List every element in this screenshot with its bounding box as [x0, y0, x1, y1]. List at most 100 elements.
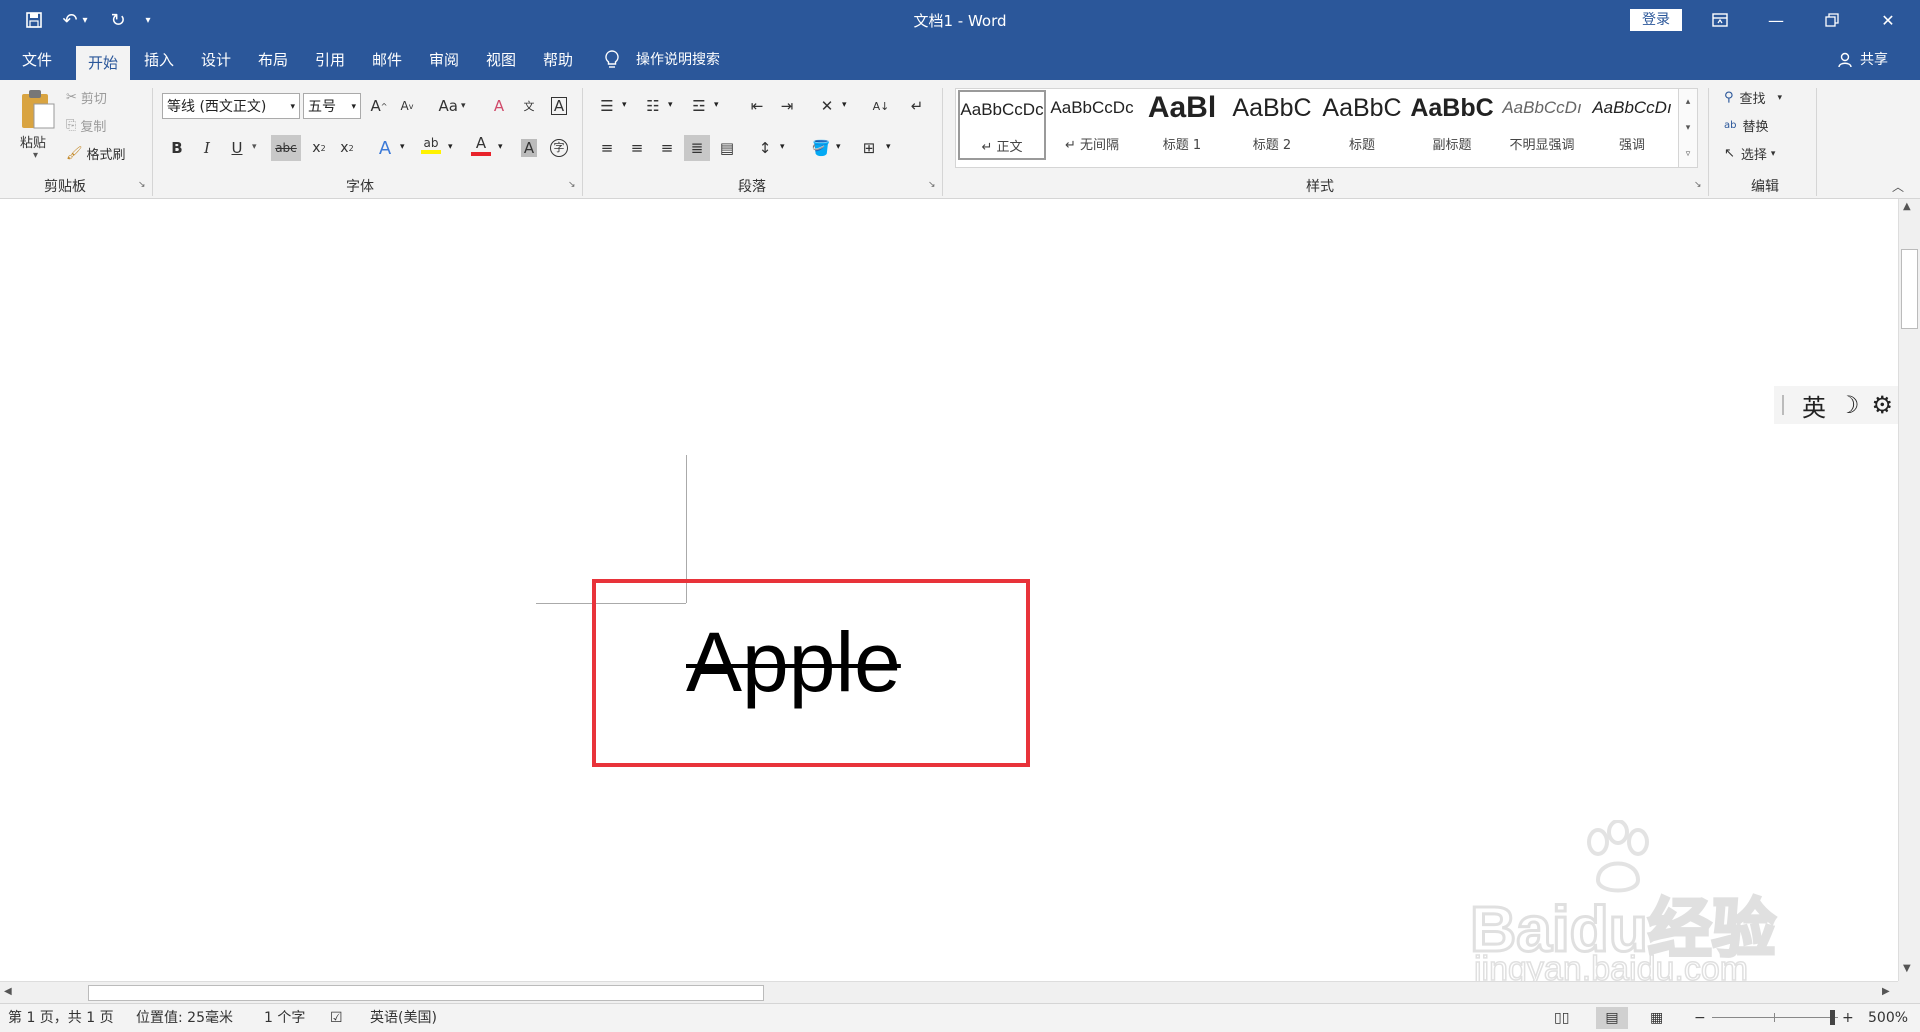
- font-color-dropdown-icon[interactable]: ▾: [498, 142, 503, 152]
- underline-dropdown-icon[interactable]: ▾: [252, 142, 257, 152]
- character-border-icon[interactable]: A: [546, 93, 572, 119]
- style-heading-1[interactable]: AaBl 标题 1: [1138, 90, 1226, 160]
- text-effects-icon[interactable]: A: [372, 135, 398, 161]
- font-size-combo[interactable]: 五号 ▾: [303, 93, 361, 119]
- chevron-up-icon[interactable]: ▴: [1686, 97, 1691, 107]
- subscript-icon[interactable]: x2: [306, 135, 332, 161]
- tab-file[interactable]: 文件: [22, 40, 52, 80]
- replace-button[interactable]: ab 替换: [1724, 116, 1769, 135]
- align-left-icon[interactable]: ≡: [594, 135, 620, 161]
- print-layout-icon[interactable]: ▤: [1596, 1007, 1628, 1029]
- style-subtle-emphasis[interactable]: AaBbCcDı 不明显强调: [1498, 90, 1586, 160]
- ribbon-display-options-icon[interactable]: [1692, 0, 1748, 40]
- style-title[interactable]: AaBbC 标题: [1318, 90, 1406, 160]
- bullets-dropdown-icon[interactable]: ▾: [622, 100, 627, 110]
- character-shading-icon[interactable]: A: [516, 135, 542, 161]
- font-launcher-icon[interactable]: ↘: [568, 180, 576, 190]
- horizontal-scrollbar[interactable]: ◀ ▶: [0, 981, 1898, 1004]
- paste-clipboard-icon[interactable]: [18, 88, 58, 132]
- scroll-left-icon[interactable]: ◀: [4, 986, 12, 997]
- justify-icon[interactable]: ≣: [684, 135, 710, 161]
- borders-dropdown-icon[interactable]: ▾: [886, 142, 891, 152]
- align-center-icon[interactable]: ≡: [624, 135, 650, 161]
- paste-button[interactable]: 粘贴: [20, 132, 46, 151]
- style-normal[interactable]: AaBbCcDc ↵ 正文: [958, 90, 1046, 160]
- font-name-combo[interactable]: 等线 (西文正文) ▾: [162, 93, 300, 119]
- shrink-font-icon[interactable]: Av: [394, 93, 420, 119]
- ime-language-toggle[interactable]: 英: [1802, 388, 1826, 423]
- clipboard-launcher-icon[interactable]: ↘: [138, 180, 146, 190]
- web-layout-icon[interactable]: ▦: [1650, 1004, 1663, 1032]
- read-mode-icon[interactable]: ▯▯: [1554, 1004, 1569, 1032]
- tab-design[interactable]: 设计: [201, 40, 231, 80]
- tab-view[interactable]: 视图: [486, 40, 516, 80]
- asian-layout-dropdown-icon[interactable]: ▾: [842, 100, 847, 110]
- find-button[interactable]: ⚲ 查找 ▾: [1724, 88, 1782, 107]
- clear-formatting-icon[interactable]: A: [486, 93, 512, 119]
- tab-home[interactable]: 开始: [76, 46, 131, 80]
- italic-icon[interactable]: I: [194, 135, 220, 161]
- zoom-slider-thumb[interactable]: [1830, 1010, 1835, 1025]
- proofing-icon[interactable]: ☑: [330, 1004, 343, 1032]
- asian-layout-icon[interactable]: ✕: [814, 93, 840, 119]
- line-spacing-dropdown-icon[interactable]: ▾: [780, 142, 785, 152]
- show-marks-icon[interactable]: ↵: [904, 93, 930, 119]
- multilevel-dropdown-icon[interactable]: ▾: [714, 100, 719, 110]
- close-icon[interactable]: ✕: [1860, 0, 1916, 40]
- scroll-right-icon[interactable]: ▶: [1882, 986, 1890, 997]
- font-color-icon[interactable]: A: [468, 132, 494, 158]
- restore-icon[interactable]: [1804, 0, 1860, 40]
- style-no-spacing[interactable]: AaBbCcDc ↵ 无间隔: [1048, 90, 1136, 160]
- shading-dropdown-icon[interactable]: ▾: [836, 142, 841, 152]
- horizontal-scroll-thumb[interactable]: [88, 985, 764, 1001]
- cut-button[interactable]: ✂ 剪切: [66, 88, 107, 107]
- styles-launcher-icon[interactable]: ↘: [1694, 180, 1702, 190]
- ime-drag-handle[interactable]: [1782, 395, 1786, 415]
- multilevel-list-icon[interactable]: ☲: [686, 93, 712, 119]
- bold-icon[interactable]: B: [164, 135, 190, 161]
- share-button[interactable]: 共享: [1860, 40, 1888, 80]
- paragraph-launcher-icon[interactable]: ↘: [928, 180, 936, 190]
- line-spacing-icon[interactable]: ↕: [752, 135, 778, 161]
- distributed-icon[interactable]: ▤: [714, 135, 740, 161]
- underline-icon[interactable]: U: [224, 135, 250, 161]
- paste-dropdown-icon[interactable]: ▾: [33, 150, 38, 161]
- page-count[interactable]: 第 1 页，共 1 页: [8, 1004, 114, 1032]
- word-count[interactable]: 1 个字: [264, 1004, 305, 1032]
- zoom-out-icon[interactable]: −: [1694, 1004, 1706, 1032]
- tab-review[interactable]: 审阅: [429, 40, 459, 80]
- language-status[interactable]: 英语(美国): [370, 1004, 437, 1032]
- vertical-scrollbar[interactable]: ▲ ▼: [1898, 199, 1920, 981]
- style-subtitle[interactable]: AaBbC 副标题: [1408, 90, 1496, 160]
- moon-icon[interactable]: ☽: [1838, 391, 1860, 419]
- grow-font-icon[interactable]: A ^: [366, 93, 392, 119]
- tab-help[interactable]: 帮助: [543, 40, 573, 80]
- style-heading-2[interactable]: AaBbC 标题 2: [1228, 90, 1316, 160]
- change-case-icon[interactable]: Aa ▾: [432, 93, 472, 119]
- align-right-icon[interactable]: ≡: [654, 135, 680, 161]
- style-emphasis[interactable]: AaBbCcDı 强调: [1588, 90, 1676, 160]
- tab-mailings[interactable]: 邮件: [372, 40, 402, 80]
- borders-icon[interactable]: ⊞: [856, 135, 882, 161]
- more-styles-icon[interactable]: ▿: [1686, 149, 1691, 159]
- collapse-ribbon-icon[interactable]: ︿: [1892, 178, 1904, 195]
- minimize-icon[interactable]: —: [1748, 0, 1804, 40]
- strikethrough-icon[interactable]: abc: [271, 135, 301, 161]
- customize-toolbar-icon[interactable]: ▾: [140, 8, 156, 32]
- zoom-level[interactable]: 500%: [1868, 1004, 1908, 1032]
- decrease-indent-icon[interactable]: ⇤: [744, 93, 770, 119]
- numbering-icon[interactable]: ☷: [640, 93, 666, 119]
- copy-button[interactable]: ⎘ 复制: [66, 116, 106, 135]
- vertical-scroll-thumb[interactable]: [1901, 249, 1918, 329]
- numbering-dropdown-icon[interactable]: ▾: [668, 100, 673, 110]
- login-button[interactable]: 登录: [1630, 9, 1682, 31]
- vertical-position[interactable]: 位置值: 25毫米: [136, 1004, 233, 1032]
- highlight-dropdown-icon[interactable]: ▾: [448, 142, 453, 152]
- highlight-color-icon[interactable]: ab: [418, 132, 444, 158]
- increase-indent-icon[interactable]: ⇥: [774, 93, 800, 119]
- share-person-icon[interactable]: [1838, 52, 1854, 68]
- scroll-up-icon[interactable]: ▲: [1903, 201, 1911, 212]
- text-effects-dropdown-icon[interactable]: ▾: [400, 142, 405, 152]
- tab-insert[interactable]: 插入: [144, 40, 174, 80]
- gear-icon[interactable]: ⚙: [1872, 391, 1894, 419]
